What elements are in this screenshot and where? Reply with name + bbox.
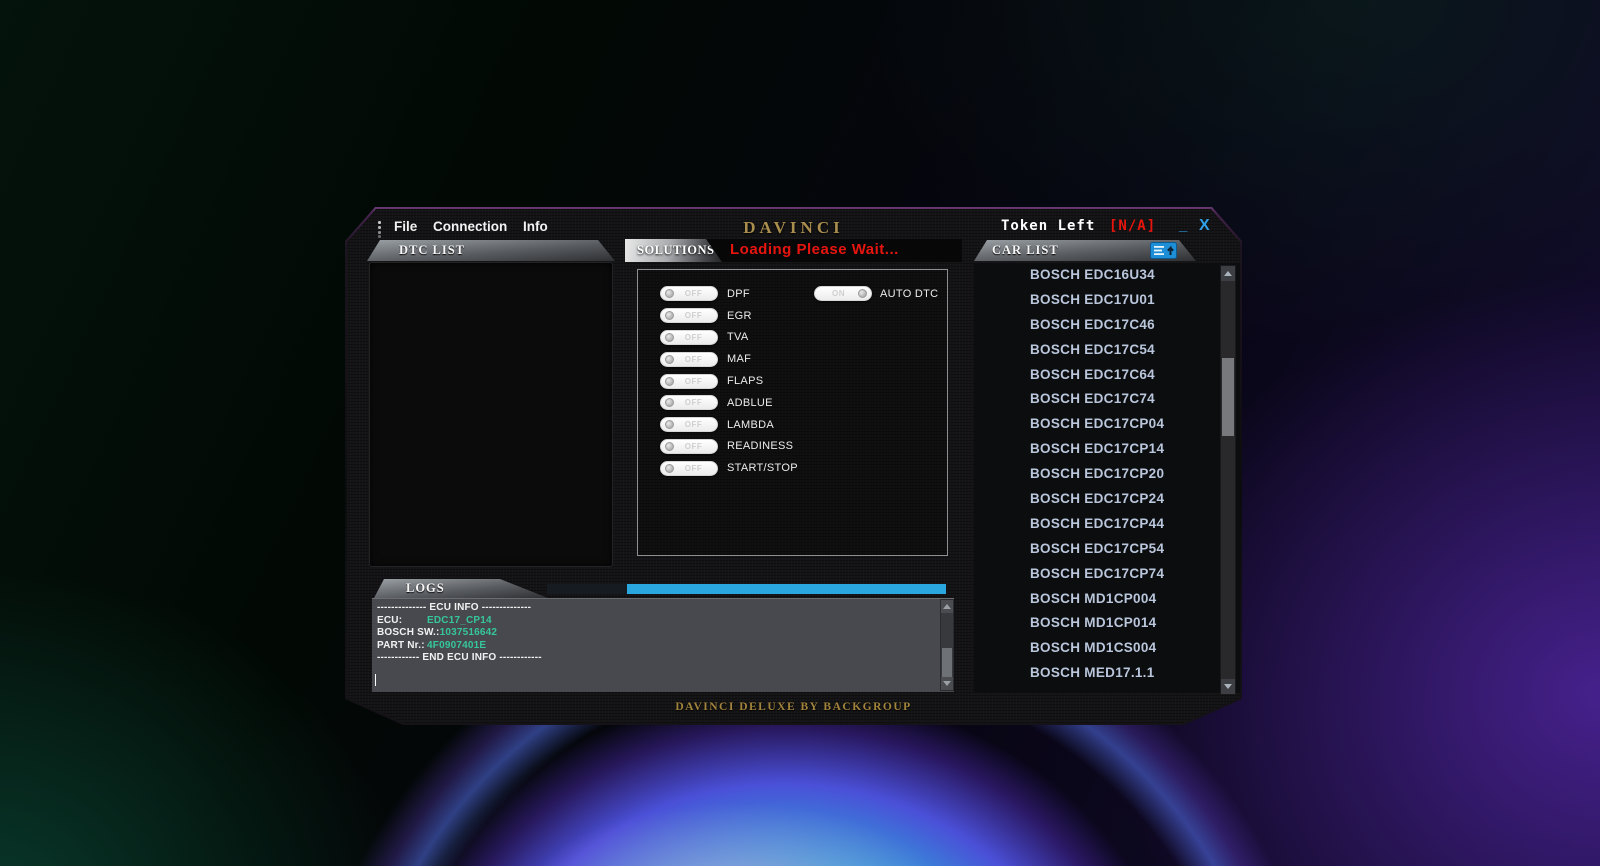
toggle-knob	[665, 464, 674, 473]
car-list-item[interactable]: BOSCH EDC17CP24	[974, 487, 1242, 512]
token-left-label: Token Left	[1001, 218, 1096, 234]
log-line: PART Nr.: 4F0907401E	[377, 639, 487, 651]
car-list-item[interactable]: BOSCH EDC17U01	[974, 288, 1242, 313]
progress-bar	[547, 584, 946, 594]
dtc-list-panel	[369, 262, 613, 567]
loading-status-text: Loading Please Wait...	[730, 241, 899, 258]
car-list-item[interactable]: BOSCH EDC17C64	[974, 363, 1242, 388]
dtc-list-header: DTC LIST	[367, 240, 615, 261]
scroll-up-icon[interactable]	[1221, 266, 1235, 281]
toggle-label: LAMBDA	[727, 418, 775, 431]
scroll-down-icon[interactable]	[1221, 679, 1235, 694]
car-list-item[interactable]: BOSCH EDC17CP74	[974, 562, 1242, 587]
minimize-button[interactable]: _	[1179, 217, 1187, 234]
maf-toggle[interactable]: OFF	[660, 352, 718, 367]
egr-toggle[interactable]: OFF	[660, 308, 718, 323]
car-list-item[interactable]: BOSCH EDC17CP44	[974, 512, 1242, 537]
scrollbar-thumb[interactable]	[1222, 358, 1234, 436]
car-list-item[interactable]: BOSCH MD1CP004	[974, 587, 1242, 612]
toggle-label: AUTO DTC	[880, 287, 939, 300]
toggle-knob	[858, 289, 867, 298]
car-list-item[interactable]: BOSCH EDC17C46	[974, 313, 1242, 338]
toggle-knob	[665, 377, 674, 386]
scroll-up-icon[interactable]	[941, 600, 953, 613]
log-output: -------------- ECU INFO -------------- E…	[372, 598, 954, 692]
toggle-label: READINESS	[727, 440, 794, 453]
toggle-label: MAF	[727, 353, 752, 366]
log-line: -------------- ECU INFO --------------	[377, 602, 532, 613]
flaps-toggle[interactable]: OFF	[660, 374, 718, 389]
toggle-label: ADBLUE	[727, 396, 773, 409]
car-list-item[interactable]: BOSCH EDC16U34	[974, 263, 1242, 288]
car-list-item[interactable]: BOSCH MD1CS004	[974, 636, 1242, 661]
toggle-knob	[665, 311, 674, 320]
toggle-label: TVA	[727, 331, 749, 344]
car-list-item[interactable]: BOSCH MED17.1.1	[974, 661, 1242, 686]
dpf-toggle[interactable]: OFF	[660, 286, 718, 301]
toggle-row: ON AUTO DTC	[814, 283, 938, 305]
toggle-knob	[665, 442, 674, 451]
tab-solutions[interactable]: SOLUTIONS	[625, 239, 722, 262]
car-list-sort-icon[interactable]	[1150, 242, 1177, 259]
toggle-label: EGR	[727, 309, 752, 322]
car-list-scrollbar[interactable]	[1220, 265, 1236, 695]
toggle-row: OFF ADBLUE	[638, 392, 947, 414]
toggle-row: OFF READINESS	[638, 436, 947, 458]
car-list-item[interactable]: BOSCH EDC17C54	[974, 338, 1242, 363]
readiness-toggle[interactable]: OFF	[660, 439, 718, 454]
toggle-row: OFF EGR	[638, 305, 947, 327]
logs-header: LOGS	[374, 579, 548, 598]
car-list-item[interactable]: BOSCH MD1CP014	[974, 611, 1242, 636]
footer-credit: DAVINCI DELUXE BY BACKGROUP	[675, 701, 912, 713]
log-line: BOSCH SW.:1037516642	[377, 627, 498, 638]
car-list-item[interactable]: BOSCH EDC17CP20	[974, 462, 1242, 487]
toggle-row: OFF TVA	[638, 327, 947, 349]
car-list-item[interactable]: BOSCH EDC17C74	[974, 387, 1242, 412]
davinci-window: File Connection Info DAVINCI Token Left …	[345, 207, 1242, 725]
toggle-label: START/STOP	[727, 462, 798, 475]
close-button[interactable]: X	[1199, 217, 1210, 235]
toggle-knob	[665, 333, 674, 342]
lambda-toggle[interactable]: OFF	[660, 417, 718, 432]
scroll-down-icon[interactable]	[941, 677, 953, 690]
auto-dtc-toggle[interactable]: ON	[814, 286, 872, 301]
toggle-row: OFF LAMBDA	[638, 414, 947, 436]
progress-bar-fill	[627, 584, 946, 594]
car-list-item[interactable]: BOSCH EDC17CP04	[974, 412, 1242, 437]
car-list-header: CAR LIST	[974, 240, 1196, 261]
toggle-knob	[665, 398, 674, 407]
menu-bar: File Connection Info DAVINCI Token Left …	[347, 215, 1240, 241]
token-left-value: [N/A]	[1109, 218, 1157, 234]
log-line: ------------ END ECU INFO ------------	[377, 652, 542, 663]
adblue-toggle[interactable]: OFF	[660, 395, 718, 410]
toggle-row: OFF MAF	[638, 348, 947, 370]
toggle-knob	[665, 355, 674, 364]
desktop-background: File Connection Info DAVINCI Token Left …	[0, 0, 1600, 866]
log-scrollbar[interactable]	[940, 599, 954, 691]
tva-toggle[interactable]: OFF	[660, 330, 718, 345]
toggle-knob	[665, 289, 674, 298]
toggle-row: OFF START/STOP	[638, 457, 947, 479]
toggle-row: OFF FLAPS	[638, 370, 947, 392]
toggle-label: FLAPS	[727, 375, 764, 388]
app-title: DAVINCI	[743, 218, 844, 237]
text-cursor	[375, 674, 376, 686]
start-stop-toggle[interactable]: OFF	[660, 461, 718, 476]
solutions-panel: OFF DPF OFF EGR OFF TVA OFF MAF OFF FLAP…	[637, 269, 948, 556]
log-line: ECU: EDC17_CP14	[377, 614, 492, 626]
car-list-item[interactable]: BOSCH EDC17CP54	[974, 537, 1242, 562]
toggle-knob	[665, 420, 674, 429]
car-list-item[interactable]: BOSCH EDC17CP14	[974, 437, 1242, 462]
toggle-label: DPF	[727, 287, 750, 300]
car-list-panel: BOSCH EDC16U34 BOSCH EDC17U01 BOSCH EDC1…	[974, 263, 1242, 693]
